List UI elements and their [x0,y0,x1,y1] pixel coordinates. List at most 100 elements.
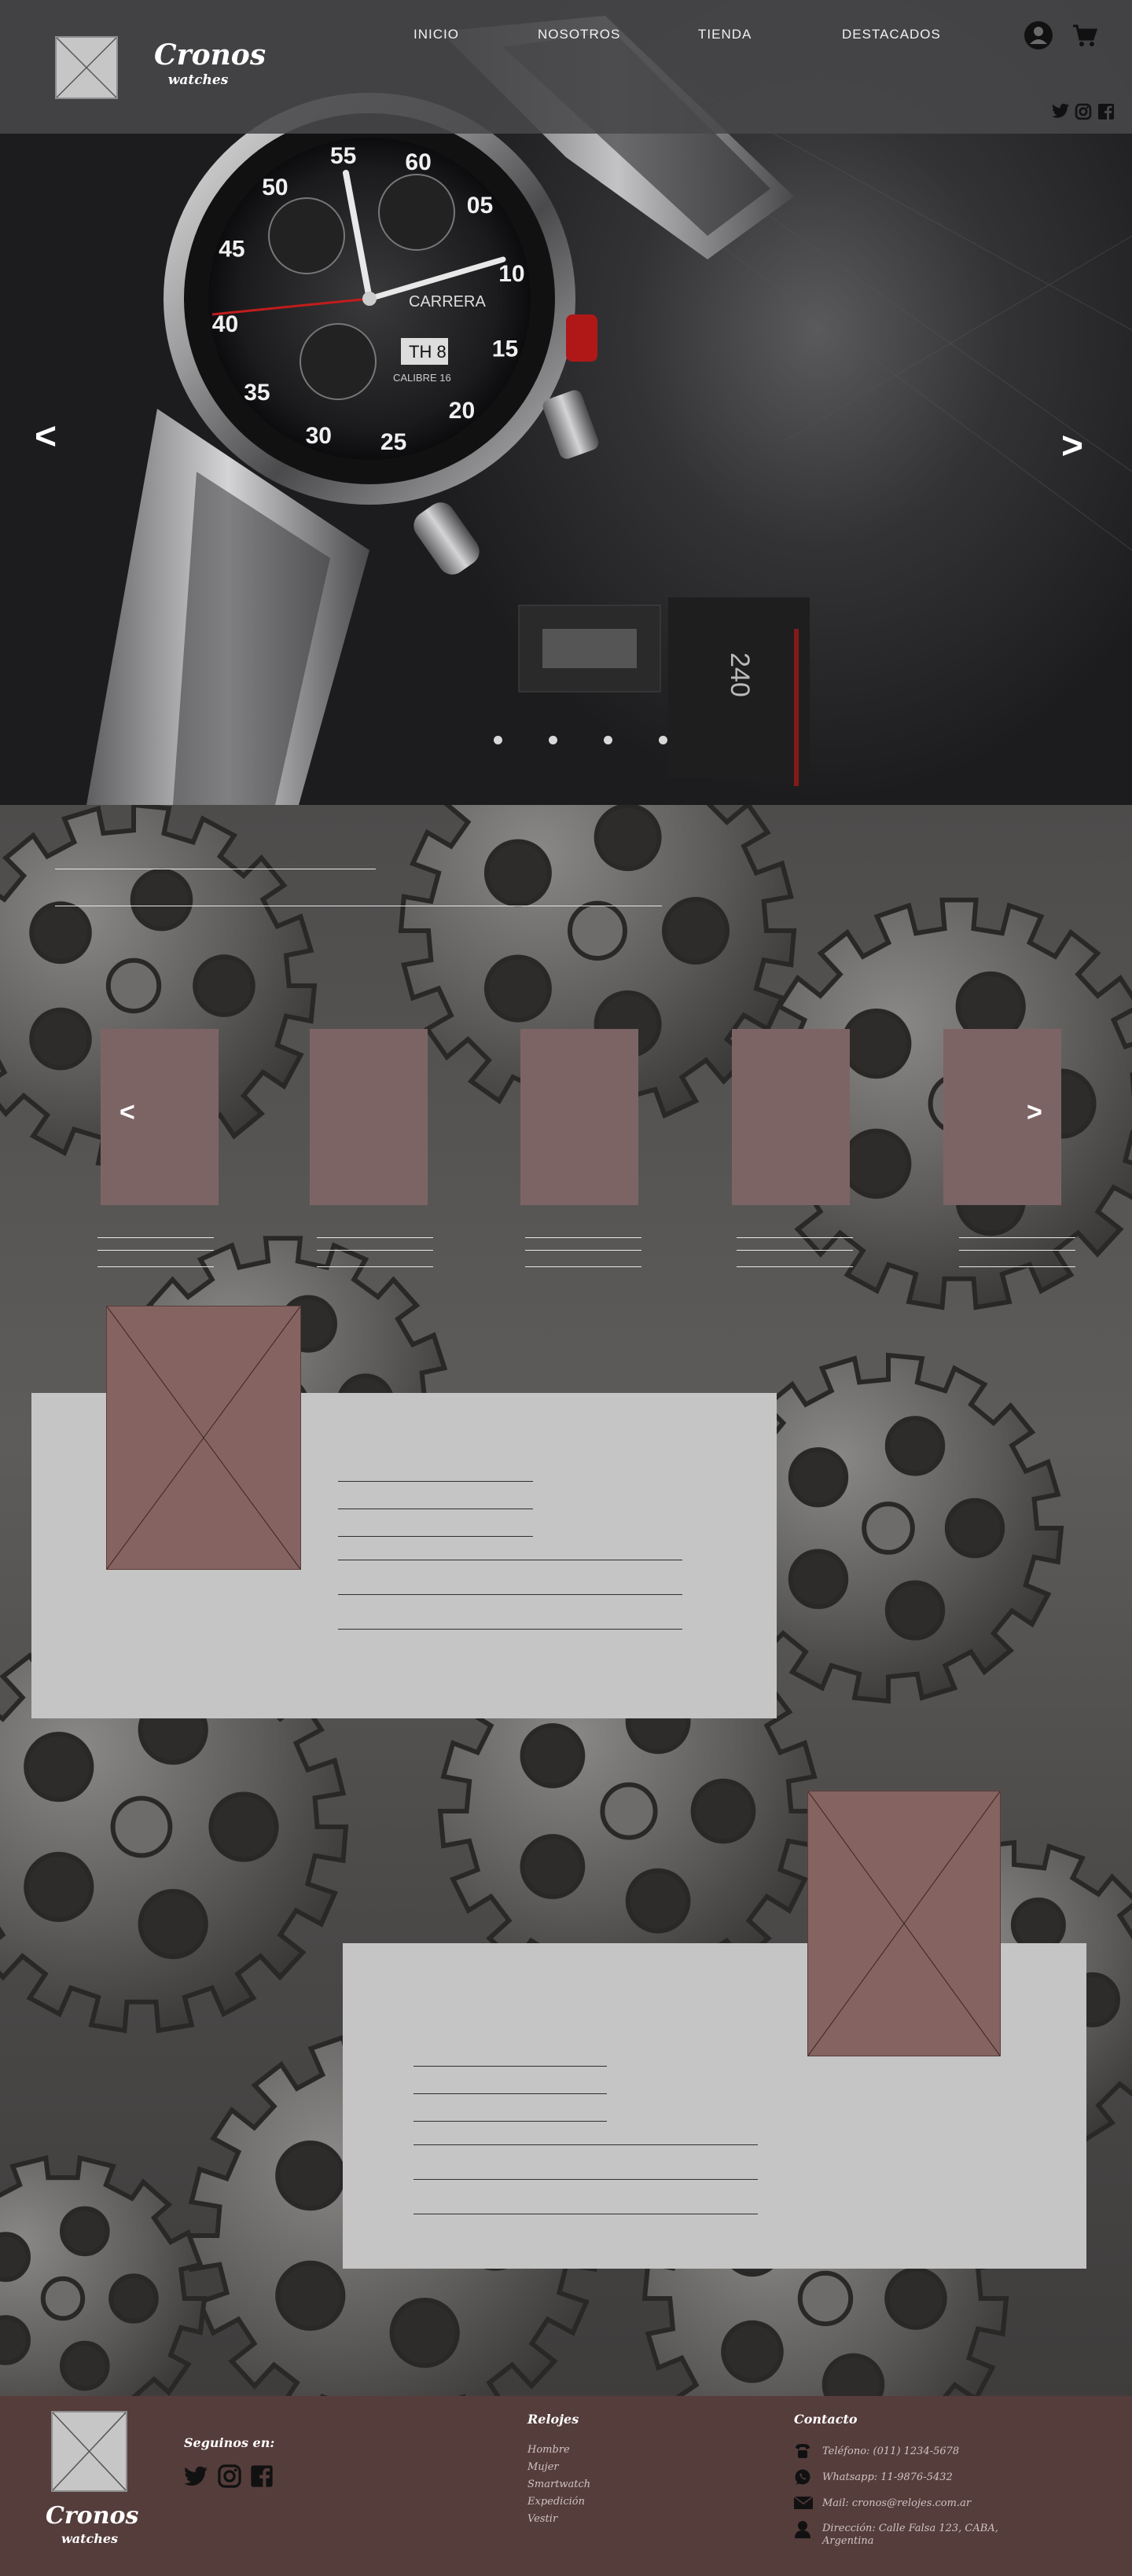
brand-name: Cronos [46,2502,139,2530]
facebook-icon[interactable] [1097,103,1115,124]
gear-hole [884,1416,946,1476]
product-caption-line [525,1266,641,1267]
gear-hole [24,1732,94,1802]
nav-nosotros[interactable]: NOSOTROS [538,27,620,42]
footer-contacto-title: Contacto [794,2412,858,2427]
product-caption-line [959,1266,1075,1267]
dial-numeral: 10 [498,261,524,287]
gear-hole [29,901,92,965]
site-footer: Cronos watches Seguinos en: Relojes Homb… [0,2396,1132,2576]
dial-numeral: 25 [380,429,406,455]
dial-numeral: 50 [262,175,288,200]
gear-hole [208,1791,279,1862]
gear-hole [108,2273,159,2324]
product-caption-line [959,1250,1075,1251]
gear-hole [520,1723,586,1788]
nav-inicio[interactable]: INICIO [413,27,459,42]
gear-hole [884,1580,946,1641]
gear-hole [483,954,552,1023]
contact-address: Dirección: Calle Falsa 123, CABA, Argent… [822,2523,998,2547]
whatsapp-icon [794,2468,811,2490]
gear-hole [0,2315,31,2365]
gear-hub [110,1795,173,1858]
brand-logo[interactable]: Cronos watches [154,39,266,88]
nav-tienda[interactable]: TIENDA [698,27,752,42]
product-card[interactable] [520,1029,638,1205]
dial-numeral: 05 [467,193,493,219]
gears-background-section: < > [0,805,1132,2396]
gear-hole [60,2206,110,2257]
product-card[interactable] [943,1029,1061,1205]
contact-whatsapp: Whatsapp: 11-9876-5432 [822,2471,953,2483]
product-caption-line [525,1237,641,1238]
gear-hub [862,1501,915,1555]
dial-numeral: 55 [330,143,356,169]
instagram-icon[interactable] [1075,103,1092,124]
gear-hole [193,954,255,1017]
brand-sub: watches [167,72,229,88]
gear-hub [600,1782,658,1840]
hero-next-arrow[interactable]: > [1061,424,1083,468]
footer-link-smartwatch[interactable]: Smartwatch [527,2476,590,2493]
mail-icon [793,2496,814,2513]
footer-link-hombre[interactable]: Hombre [527,2442,590,2459]
product-prev-arrow[interactable]: < [119,1097,135,1128]
footer-logo-placeholder[interactable] [51,2411,127,2492]
gear-hole [721,2320,784,2383]
gear-hole [138,1889,208,1960]
logo-placeholder[interactable] [55,36,118,99]
product-caption-line [737,1266,853,1267]
dial-numeral: 40 [212,311,238,337]
product-caption-line [317,1250,433,1251]
panel-text-line [338,1481,533,1482]
dial-brand-text: CARRERA [409,293,486,311]
feature-image-placeholder [807,1791,1001,2056]
cart-icon[interactable] [1072,24,1098,51]
dial-numeral: 45 [219,237,244,263]
image-placeholder-icon [52,2412,127,2491]
hero-carousel: TH 8 CARRERA CALIBRE 16 60 05 10 15 20 25 30 35… [0,0,1132,805]
panel-text-line [338,1629,682,1630]
twitter-icon[interactable] [184,2466,208,2490]
product-caption-line [97,1237,214,1238]
gear-hole [389,2298,460,2368]
carousel-dot[interactable] [604,736,612,744]
gear-hub [568,901,627,961]
brand-sub: watches [61,2531,119,2546]
product-caption-line [97,1266,214,1267]
footer-link-expedicion[interactable]: Expedición [527,2493,590,2511]
carousel-dot[interactable] [494,736,502,744]
nav-destacados[interactable]: DESTACADOS [842,27,941,42]
site-header: Cronos watches INICIO NOSOTROS TIENDA DE… [0,0,1132,134]
product-card[interactable] [101,1029,219,1205]
facebook-icon[interactable] [250,2464,274,2492]
gear-hole [24,1851,94,1923]
twitter-icon[interactable] [1052,103,1069,123]
hero-prev-arrow[interactable]: < [35,415,57,458]
footer-link-vestir[interactable]: Vestir [527,2511,590,2528]
user-circle-icon[interactable] [1024,20,1053,54]
image-placeholder-icon [106,1306,301,1570]
instagram-icon[interactable] [217,2464,242,2493]
panel-text-line [413,2066,607,2067]
panel-text-line [338,1594,682,1595]
gear-hole [594,805,662,872]
gear-hub [105,957,162,1014]
carousel-dot[interactable] [659,736,667,744]
gear-hole [130,868,193,932]
carousel-dot[interactable] [549,736,557,744]
feature-image-placeholder [106,1306,301,1570]
product-caption-line [97,1250,214,1251]
gear-hole [788,1447,849,1508]
footer-relojes-list: Hombre Mujer Smartwatch Expedición Vesti… [527,2442,590,2528]
footer-link-mujer[interactable]: Mujer [527,2459,590,2476]
brand-name: Cronos [154,39,266,72]
product-caption-line [737,1237,853,1238]
product-card[interactable] [310,1029,428,1205]
product-caption-line [317,1237,433,1238]
gear-hub [40,2276,86,2321]
footer-brand[interactable]: Cronos watches [46,2502,139,2547]
product-next-arrow[interactable]: > [1027,1097,1042,1128]
product-card[interactable] [732,1029,850,1205]
dial-numeral: 35 [244,380,270,406]
